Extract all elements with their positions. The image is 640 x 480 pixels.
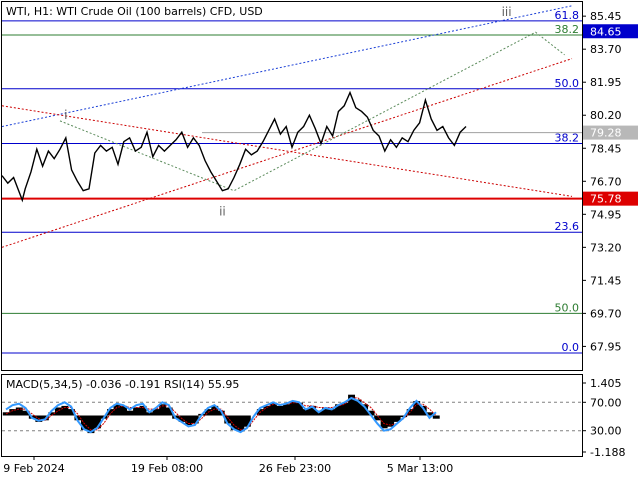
chart-window: WTI, H1: WTI Crude Oil (100 barrels) CFD… bbox=[0, 0, 640, 480]
wave-label: i bbox=[64, 108, 67, 122]
x-tick-label: 5 Mar 13:00 bbox=[387, 462, 453, 475]
y-tick-label: 78.45 bbox=[590, 142, 622, 155]
wave-path-dotted bbox=[59, 31, 565, 192]
main-plot-frame bbox=[1, 1, 583, 371]
falling-trend-dotted bbox=[1, 105, 573, 197]
macd-histogram-bar bbox=[432, 415, 440, 419]
y-axis-ticks: 85.45 83.70 81.95 80.20 78.45 76.70 74.95 73.20… bbox=[582, 10, 622, 353]
y-tick-label: 81.95 bbox=[590, 76, 622, 89]
fib-level-label: 50.0 bbox=[555, 301, 580, 314]
indicator-tick-label: 30.00 bbox=[590, 425, 622, 438]
y-tick-label: 71.45 bbox=[590, 274, 622, 287]
fib-level-label: 61.8 bbox=[555, 9, 580, 22]
fibonacci-levels: 61.838.250.038.223.650.00.0 bbox=[2, 9, 582, 354]
x-tick-label: 26 Feb 23:00 bbox=[259, 462, 331, 475]
indicator-y-ticks: 1.405 70.00 30.00 -1.188 bbox=[582, 377, 625, 459]
channel-lower-dotted bbox=[1, 58, 573, 248]
macd-histogram-bar bbox=[380, 415, 388, 429]
indicator-tick-label: -1.188 bbox=[590, 446, 625, 459]
y-tick-label: 73.20 bbox=[590, 241, 622, 254]
x-tick-label: 9 Feb 2024 bbox=[3, 462, 64, 475]
indicator-series bbox=[2, 394, 582, 434]
fib-level-label: 38.2 bbox=[555, 132, 580, 145]
x-axis-ticks: 9 Feb 2024 19 Feb 08:00 26 Feb 23:00 5 Mar … bbox=[3, 456, 453, 475]
wave-labels: iiiiii bbox=[64, 5, 511, 218]
macd-histogram-bar bbox=[282, 404, 290, 416]
fib-level-label: 50.0 bbox=[555, 77, 580, 90]
macd-histogram-bar bbox=[133, 407, 141, 416]
trend-lines bbox=[1, 5, 573, 248]
indicator-tick-label: 1.405 bbox=[590, 377, 622, 390]
y-tick-label: 80.20 bbox=[590, 109, 622, 122]
chart-canvas[interactable]: WTI, H1: WTI Crude Oil (100 barrels) CFD… bbox=[0, 0, 640, 480]
macd-histogram-bar bbox=[276, 405, 284, 416]
x-tick-label: 19 Feb 08:00 bbox=[131, 462, 203, 475]
fib-level-label: 23.6 bbox=[555, 220, 580, 233]
y-tick-label: 69.70 bbox=[590, 307, 622, 320]
price-tag-label: 79.28 bbox=[590, 127, 622, 140]
price-tag-label: 75.78 bbox=[590, 193, 622, 206]
y-tick-label: 74.95 bbox=[590, 208, 622, 221]
fib-level-label: 38.2 bbox=[555, 23, 580, 36]
indicator-tick-label: 70.00 bbox=[590, 396, 622, 409]
indicator-title: MACD(5,34,5) -0.036 -0.191 RSI(14) 55.95 bbox=[6, 378, 239, 391]
price-line bbox=[1, 90, 467, 203]
wave-label: ii bbox=[219, 204, 226, 218]
y-tick-label: 67.95 bbox=[590, 340, 622, 353]
y-tick-label: 83.70 bbox=[590, 43, 622, 56]
chart-title: WTI, H1: WTI Crude Oil (100 barrels) CFD… bbox=[6, 5, 263, 18]
y-tick-label: 85.45 bbox=[590, 10, 622, 23]
price-tag-label: 84.65 bbox=[590, 25, 622, 38]
fib-level-label: 0.0 bbox=[562, 341, 580, 354]
macd-histogram-bar bbox=[126, 410, 134, 416]
y-tick-label: 76.70 bbox=[590, 175, 622, 188]
wave-label: iii bbox=[502, 5, 512, 19]
channel-upper-dotted bbox=[1, 5, 573, 128]
price-series bbox=[1, 90, 467, 203]
macd-histogram-bar bbox=[54, 407, 62, 416]
